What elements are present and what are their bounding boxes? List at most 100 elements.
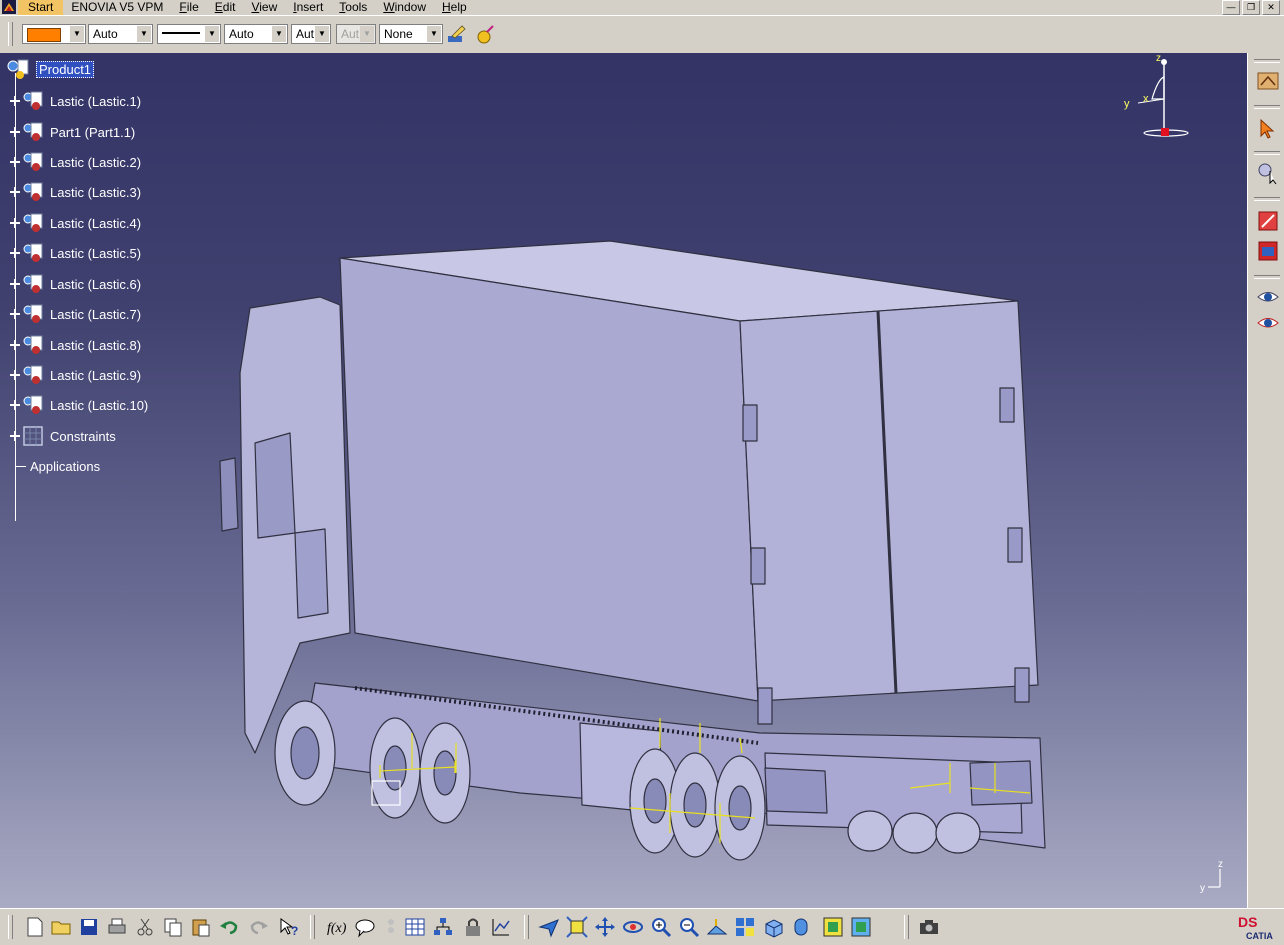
tree-item[interactable]: Lastic (Lastic.3) [10, 181, 143, 203]
tree-item[interactable]: Lastic (Lastic.10) [10, 394, 150, 416]
minimize-button[interactable]: — [1222, 0, 1240, 15]
lock-icon[interactable] [462, 916, 484, 938]
knowledge-icon[interactable] [380, 916, 402, 938]
fit-all-icon[interactable] [566, 916, 588, 938]
insert-menu[interactable]: Insert [285, 0, 331, 15]
chevron-down-icon[interactable]: ▼ [70, 26, 84, 42]
save-icon[interactable] [78, 916, 100, 938]
select-arrow-icon[interactable] [1256, 117, 1280, 141]
rotate-icon[interactable] [622, 916, 644, 938]
help-menu[interactable]: Help [434, 0, 475, 15]
line-type-combo[interactable]: ▼ [157, 24, 221, 44]
start-menu[interactable]: Start [18, 0, 64, 15]
fill-color-combo[interactable]: ▼ [22, 24, 86, 44]
normal-view-icon[interactable] [706, 916, 728, 938]
tree-item-label[interactable]: Lastic (Lastic.10) [48, 398, 150, 413]
truck-model[interactable] [200, 233, 1060, 883]
tree-item[interactable]: Part1 (Part1.1) [10, 121, 137, 143]
tree-item-label[interactable]: Applications [28, 459, 102, 474]
toolbar-grip[interactable] [8, 22, 13, 46]
cut-icon[interactable] [134, 916, 156, 938]
view-menu[interactable]: View [243, 0, 285, 15]
file-menu[interactable]: File [171, 0, 206, 15]
toolbar-grip[interactable] [524, 915, 529, 939]
tree-item[interactable]: Lastic (Lastic.1) [10, 90, 143, 112]
paste-icon[interactable] [190, 916, 212, 938]
line-thickness-combo[interactable]: Auto ▼ [224, 24, 288, 44]
tree-item[interactable]: Lastic (Lastic.7) [10, 303, 143, 325]
expand-icon[interactable] [10, 370, 20, 380]
expand-icon[interactable] [10, 157, 20, 167]
painter-icon[interactable] [446, 24, 468, 46]
capture-icon[interactable] [918, 916, 940, 938]
snap-icon[interactable] [1256, 161, 1280, 185]
tools-menu[interactable]: Tools [331, 0, 375, 15]
edit-menu[interactable]: Edit [207, 0, 244, 15]
photo-studio-icon[interactable] [1256, 239, 1280, 263]
chevron-down-icon[interactable]: ▼ [272, 26, 286, 42]
expand-icon[interactable] [10, 431, 20, 441]
zoom-out-icon[interactable] [678, 916, 700, 938]
chevron-down-icon[interactable]: ▼ [137, 26, 151, 42]
transparency-combo[interactable]: Auto ▼ [88, 24, 153, 44]
redo-icon[interactable] [248, 916, 270, 938]
sketcher-icon[interactable] [1256, 69, 1280, 93]
app-name-menu[interactable]: ENOVIA V5 VPM [63, 0, 171, 15]
hide-show-icon[interactable] [1256, 285, 1280, 309]
chevron-down-icon[interactable]: ▼ [427, 26, 441, 42]
tree-item-label[interactable]: Lastic (Lastic.6) [48, 277, 143, 292]
tree-item[interactable]: Lastic (Lastic.2) [10, 151, 143, 173]
tree-item[interactable]: Lastic (Lastic.5) [10, 242, 143, 264]
tree-item-constraints[interactable]: Constraints [10, 425, 118, 447]
copy-icon[interactable] [162, 916, 184, 938]
fly-icon[interactable] [538, 916, 560, 938]
pan-icon[interactable] [594, 916, 616, 938]
close-button[interactable]: ✕ [1262, 0, 1280, 15]
tree-item[interactable]: Lastic (Lastic.6) [10, 273, 143, 295]
expand-icon[interactable] [10, 248, 20, 258]
print-icon[interactable] [106, 916, 128, 938]
multi-view-icon[interactable] [734, 916, 756, 938]
tree-item-label[interactable]: Part1 (Part1.1) [48, 125, 137, 140]
tree-item-label[interactable]: Lastic (Lastic.1) [48, 94, 143, 109]
tree-root-label[interactable]: Product1 [36, 60, 95, 78]
comment-icon[interactable] [354, 916, 376, 938]
expand-icon[interactable] [10, 400, 20, 410]
window-menu[interactable]: Window [375, 0, 434, 15]
catia-app-icon[interactable] [2, 0, 16, 14]
tree-item[interactable]: Lastic (Lastic.9) [10, 364, 143, 386]
expand-icon[interactable] [10, 340, 20, 350]
properties-icon[interactable] [474, 24, 496, 46]
toolbar-grip[interactable] [904, 915, 909, 939]
formula-icon[interactable]: f(x) [326, 916, 348, 938]
expand-icon[interactable] [10, 127, 20, 137]
tree-item-label[interactable]: Constraints [48, 429, 118, 444]
tree-item[interactable]: Lastic (Lastic.4) [10, 212, 143, 234]
tree-item-label[interactable]: Lastic (Lastic.3) [48, 185, 143, 200]
swap-icon[interactable] [850, 916, 872, 938]
restore-button[interactable]: ❐ [1242, 0, 1260, 15]
expand-icon[interactable] [10, 279, 20, 289]
expand-icon[interactable] [10, 309, 20, 319]
swap-visible-icon[interactable] [1256, 311, 1280, 335]
compass-icon[interactable]: z y x [1118, 55, 1196, 143]
chevron-down-icon[interactable]: ▼ [205, 26, 219, 42]
tree-item-label[interactable]: Lastic (Lastic.2) [48, 155, 143, 170]
3d-viewport[interactable]: Product1 Lastic (Lastic.1) Part1 (Part1.… [0, 53, 1247, 908]
layer-combo[interactable]: None ▼ [379, 24, 443, 44]
hide-icon[interactable] [822, 916, 844, 938]
tree-item-label[interactable]: Lastic (Lastic.4) [48, 216, 143, 231]
undo-icon[interactable] [218, 916, 240, 938]
graph-icon[interactable] [490, 916, 512, 938]
tree-root[interactable]: Product1 [6, 58, 95, 80]
linetype-auto-combo[interactable]: Aut ▼ [291, 24, 331, 44]
expand-icon[interactable] [10, 96, 20, 106]
expand-icon[interactable] [10, 187, 20, 197]
toolbar-grip[interactable] [310, 915, 315, 939]
whats-this-icon[interactable]: ? [278, 916, 300, 938]
catalog-red-icon[interactable] [1256, 209, 1280, 233]
tree-item-label[interactable]: Lastic (Lastic.7) [48, 307, 143, 322]
open-icon[interactable] [50, 916, 72, 938]
shading-icon[interactable] [790, 916, 812, 938]
tree-item-label[interactable]: Lastic (Lastic.8) [48, 338, 143, 353]
